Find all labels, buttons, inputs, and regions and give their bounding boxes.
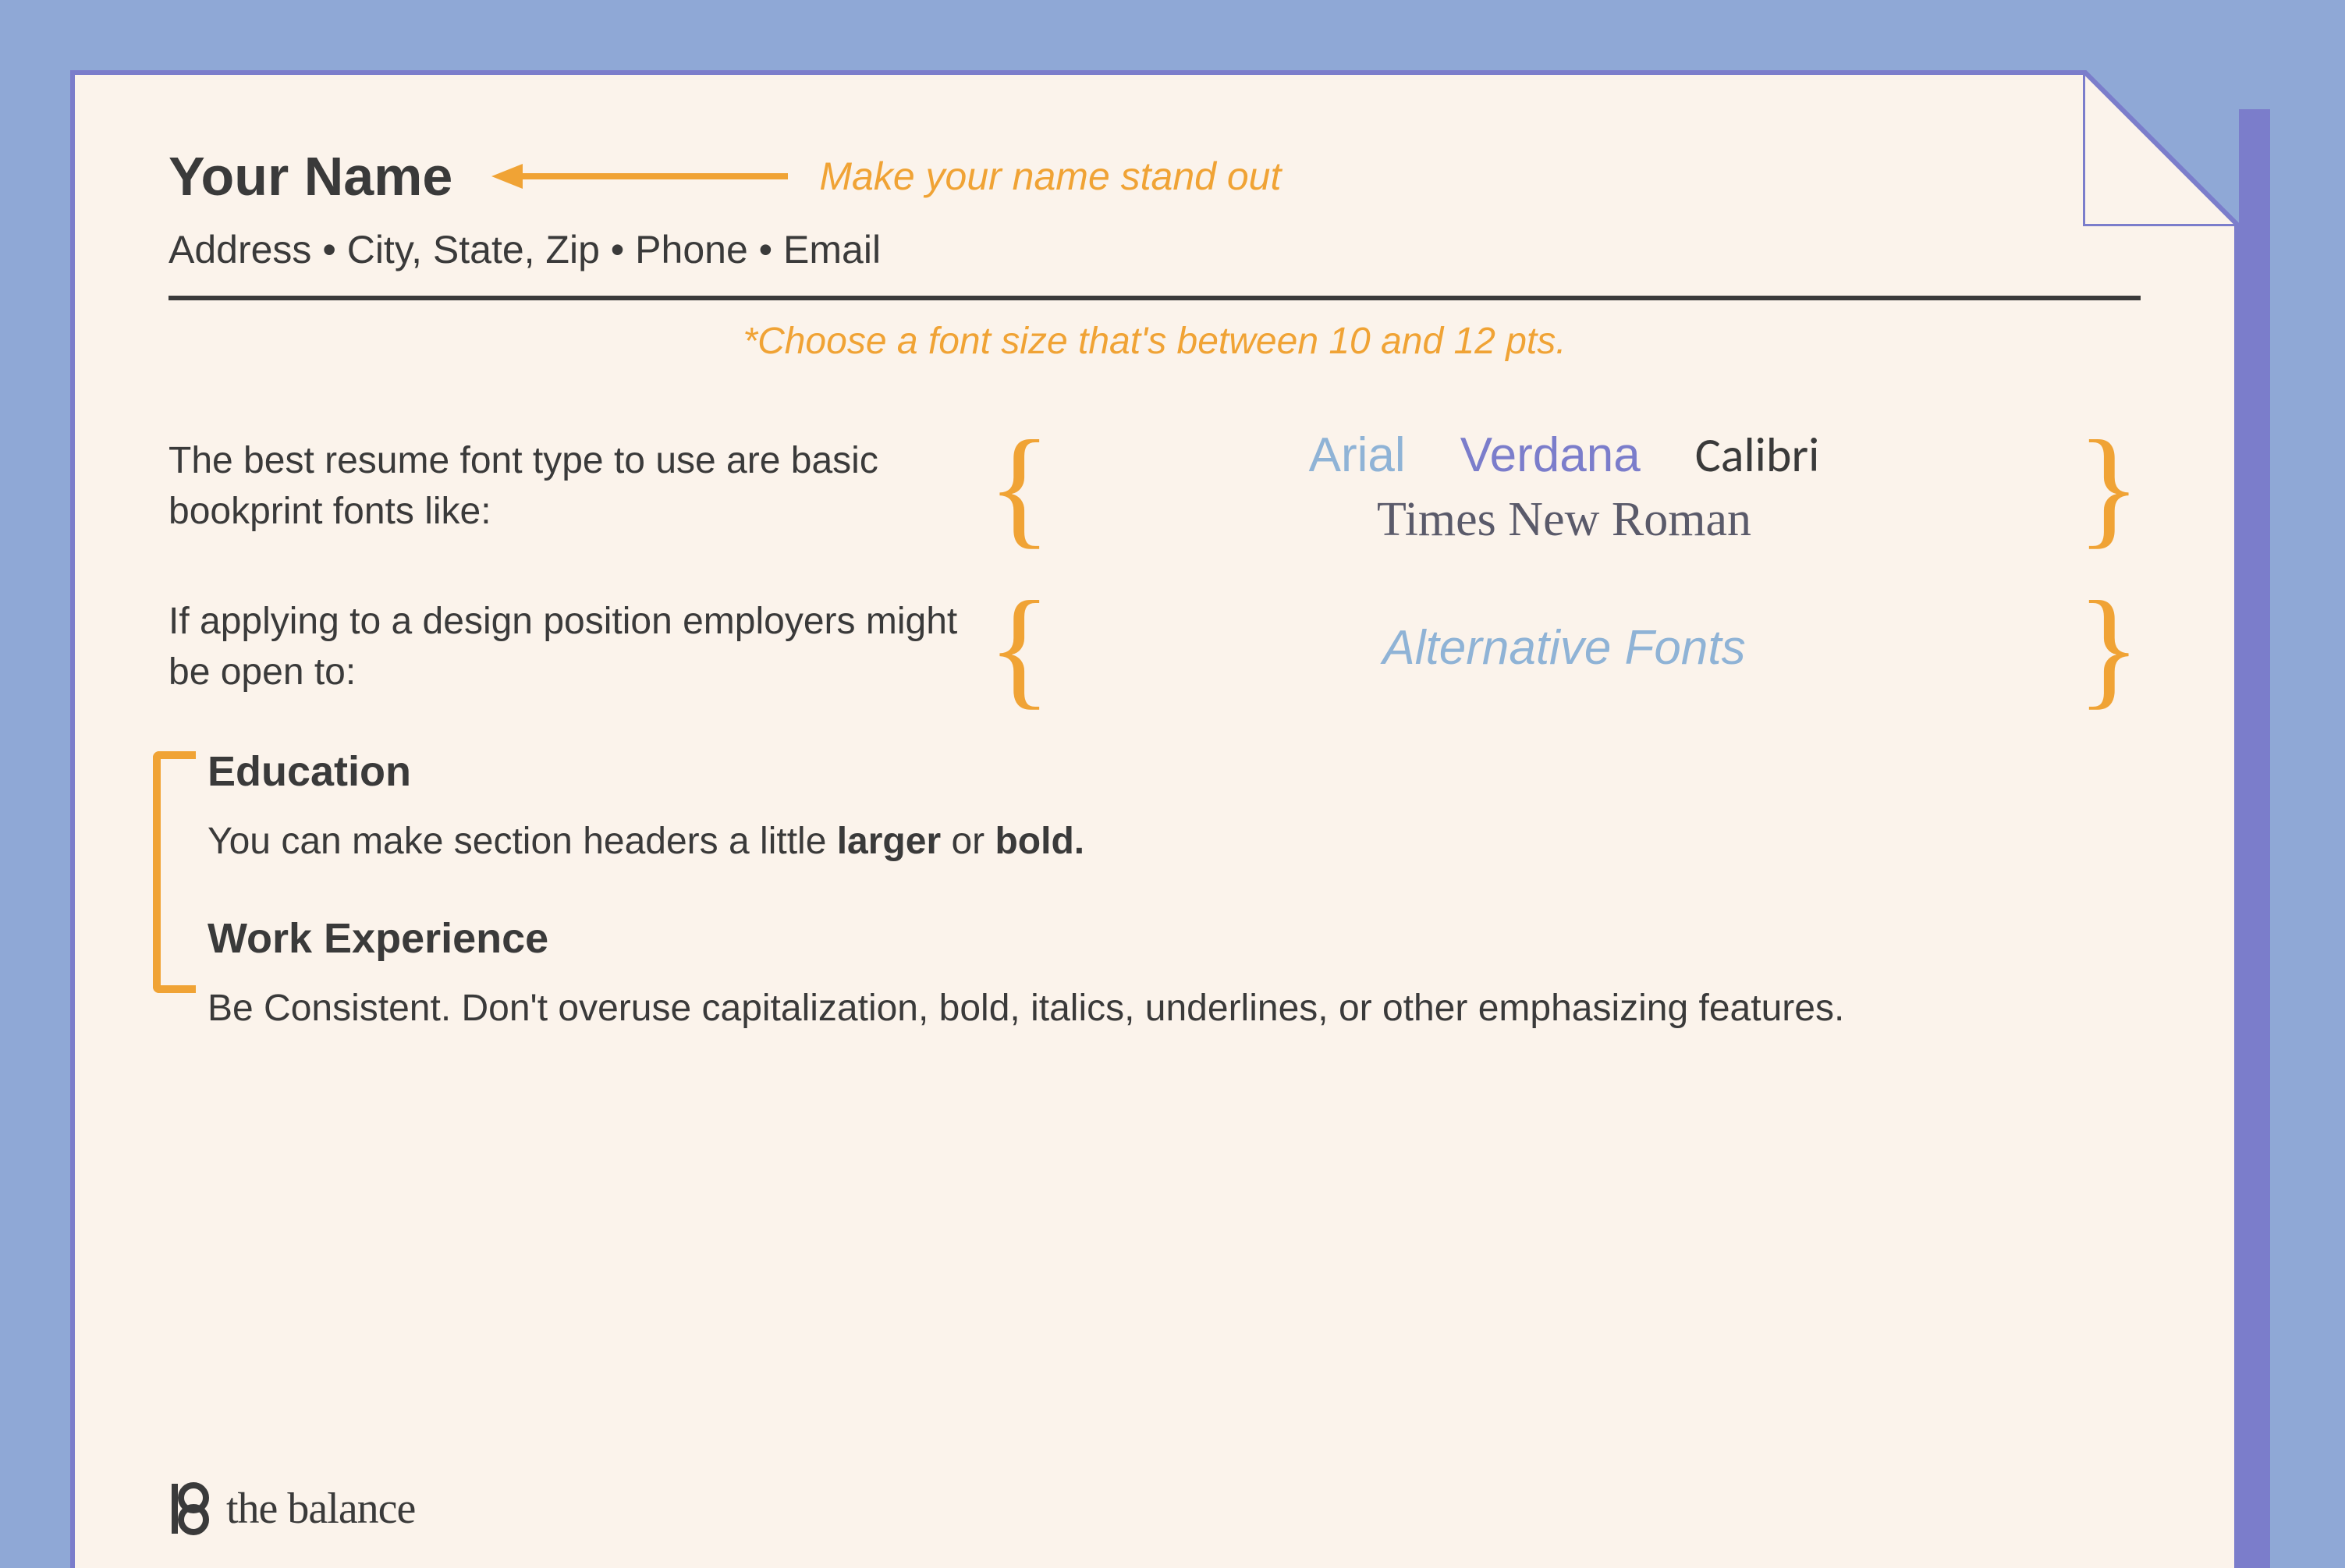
education-title: Education: [208, 747, 2141, 796]
font-example-calibri: Calibri: [1695, 425, 1820, 484]
contact-line: Address • City, State, Zip • Phone • Ema…: [169, 227, 2141, 272]
header-row: Your Name Make your name stand out: [169, 145, 2141, 208]
section-bracket-icon: [153, 751, 196, 993]
basic-fonts-examples: Arial Verdana Calibri Times New Roman: [1052, 425, 2077, 548]
balance-logo-icon: [169, 1481, 211, 1537]
font-example-times: Times New Roman: [1377, 493, 1751, 546]
brace-open-icon: {: [988, 594, 1052, 701]
arrow-left-icon: [491, 161, 788, 192]
brand-logo: the balance: [169, 1481, 415, 1537]
brace-close-icon: }: [2077, 594, 2141, 701]
page-corner-fold-icon: [2083, 70, 2239, 226]
font-example-alternative: Alternative Fonts: [1382, 621, 1745, 675]
name-callout-text: Make your name stand out: [819, 154, 1281, 199]
font-example-arial: Arial: [1309, 427, 1406, 483]
font-size-tip: *Choose a font size that's between 10 an…: [169, 320, 2141, 363]
brace-close-icon: }: [2077, 434, 2141, 540]
header-divider: [169, 296, 2141, 300]
education-body-mid: or: [941, 821, 995, 862]
work-experience-body: Be Consistent. Don't overuse capitalizat…: [208, 982, 2141, 1034]
brace-open-icon: {: [988, 434, 1052, 540]
design-fonts-intro: If applying to a design position employe…: [169, 597, 988, 698]
education-body-b1: larger: [837, 821, 941, 862]
brand-name: the balance: [226, 1484, 415, 1534]
font-example-verdana: Verdana: [1460, 427, 1641, 483]
education-body: You can make section headers a little la…: [208, 815, 2141, 867]
education-body-b2: bold.: [995, 821, 1084, 862]
name-callout-arrow: Make your name stand out: [491, 154, 1281, 199]
work-experience-title: Work Experience: [208, 914, 2141, 963]
basic-fonts-intro: The best resume font type to use are bas…: [169, 436, 988, 537]
name-heading: Your Name: [169, 145, 452, 208]
basic-fonts-row: The best resume font type to use are bas…: [169, 425, 2141, 548]
sections-block: Education You can make section headers a…: [169, 747, 2141, 1034]
education-body-pre: You can make section headers a little: [208, 821, 837, 862]
basic-fonts-brace-group: { Arial Verdana Calibri Times New Roman …: [988, 425, 2141, 548]
design-fonts-brace-group: { Alternative Fonts }: [988, 594, 2141, 701]
design-fonts-row: If applying to a design position employe…: [169, 594, 2141, 701]
design-fonts-examples: Alternative Fonts: [1052, 620, 2077, 676]
resume-page: Your Name Make your name stand out Addre…: [70, 70, 2239, 1568]
